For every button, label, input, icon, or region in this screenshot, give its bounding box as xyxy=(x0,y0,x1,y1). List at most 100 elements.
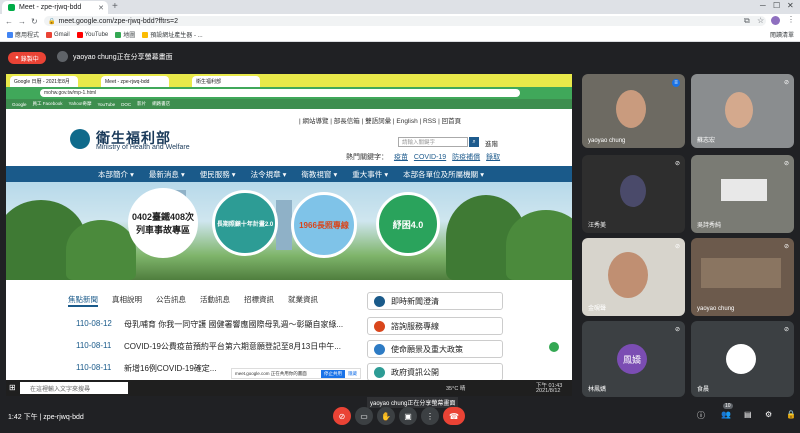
present-icon: ▣ xyxy=(404,411,412,421)
news-row: 110-08-12 母乳哺育 你我一同守護 國健署響應國際母乳週～彰顯自家綠... xyxy=(76,319,344,329)
tree xyxy=(506,210,572,280)
more-vert-icon: ⋮ xyxy=(426,411,434,421)
mic-off-icon: ⊘ xyxy=(674,161,680,167)
maximize-icon[interactable]: ☐ xyxy=(773,1,780,10)
news-row: 110-08-11 COVID-19公費疫苗預約平台第六期意願登記至8月13日中午… xyxy=(76,341,341,351)
profile-avatar[interactable] xyxy=(771,16,780,25)
taskbar-date: 2021/8/12 xyxy=(536,388,561,394)
mic-off-icon: ⊘ xyxy=(674,244,680,250)
banner-relief: 紓困4.0 xyxy=(376,192,440,256)
scroll-top-icon xyxy=(549,342,559,352)
speaking-icon: ≡ xyxy=(672,79,680,87)
mic-off-button[interactable]: ⊘ xyxy=(333,407,351,425)
chat-icon[interactable]: ▤ xyxy=(744,410,752,419)
participant-face xyxy=(725,92,753,128)
participant-count: 10 xyxy=(723,403,733,409)
banner-train-accident: 0402臺鐵408次列車事故專區 xyxy=(128,188,198,258)
participant-face xyxy=(608,252,648,298)
reload-icon[interactable]: ↻ xyxy=(31,17,38,26)
info-icon[interactable]: ⓘ xyxy=(697,410,705,421)
shared-tab: 衛生福利部 xyxy=(192,76,260,87)
bookmark-generator[interactable]: 預設網址產生器 - ... xyxy=(142,30,203,39)
meeting-clock: 1:42 下午 | zpe-rjwq-bdd xyxy=(8,414,84,421)
back-icon[interactable]: ← xyxy=(5,17,13,26)
mic-off-icon: ⊘ xyxy=(338,411,346,421)
participant-avatar: 鳳嬌 xyxy=(617,344,647,374)
news-tabs: 焦點新聞 真相說明 公告訊息 活動訊息 招標資訊 就業資訊 xyxy=(68,294,332,307)
site-top-links: | 網站導覽 | 部長信箱 | 雙語詞彙 | English | RSS | 回… xyxy=(299,118,462,125)
activities-icon[interactable]: ⚙ xyxy=(765,410,772,419)
participant-tile[interactable]: ⊘ 金硯聲 xyxy=(582,238,685,316)
bookmark-youtube[interactable]: YouTube xyxy=(76,31,108,38)
participant-face xyxy=(616,90,646,128)
mic-off-icon: ⊘ xyxy=(783,244,789,250)
taskbar-search: 在這裡輸入文字來搜尋 xyxy=(20,382,128,394)
camera-button[interactable]: ▭ xyxy=(355,407,373,425)
forward-icon[interactable]: → xyxy=(18,17,26,26)
menu-icon[interactable]: ⋮ xyxy=(787,15,795,24)
banner-long-term-care: 長期照顧十年計畫2.0 xyxy=(212,190,278,256)
participant-background xyxy=(701,258,781,288)
share-notice: meet.google.com 正在共用你的畫面 停止共用 隱藏 xyxy=(231,368,361,379)
bookmark-apps[interactable]: 應用程式 xyxy=(7,30,39,39)
present-button[interactable]: ▣ xyxy=(399,407,417,425)
side-btn-mission: 使命願景及重大政策 xyxy=(367,340,503,358)
shared-bookmarks: Google 員工 Facebook Yahoo!奇摩 YouTube DOC … xyxy=(6,99,572,109)
participant-avatar xyxy=(726,344,756,374)
new-tab-icon[interactable]: + xyxy=(112,1,118,12)
reading-list[interactable]: 閱讀清單 xyxy=(770,30,794,39)
participant-tile[interactable]: ⊘ 汪秀美 xyxy=(582,155,685,233)
hot-keywords: 熱門關鍵字： 疫苗 COVID-19 防疫補償 錄取 xyxy=(346,154,501,161)
participant-tile[interactable]: ⊘ 食晨 xyxy=(691,321,794,397)
end-call-button[interactable]: ☎ xyxy=(443,407,465,425)
presenting-tooltip: yaoyao chung正在分享螢幕畫面 xyxy=(367,397,459,408)
participant-screen xyxy=(721,179,767,201)
bookmark-maps[interactable]: 地圖 xyxy=(115,30,135,39)
tab-meet[interactable]: Meet - zpe-rjwq-bdd ✕ xyxy=(2,1,108,14)
cast-icon[interactable]: ⧉ xyxy=(744,16,750,26)
tree xyxy=(66,220,136,280)
shared-address-row: mohw.gov.tw/mp-1.html xyxy=(6,87,572,99)
shared-url-field: mohw.gov.tw/mp-1.html xyxy=(40,89,520,97)
camera-icon: ▭ xyxy=(360,411,368,421)
star-icon[interactable]: ☆ xyxy=(757,16,764,25)
hand-icon: ✋ xyxy=(381,411,391,421)
presenting-text: yaoyao chung正在分享螢幕畫面 xyxy=(73,53,173,61)
close-window-icon[interactable]: ✕ xyxy=(787,1,794,10)
raise-hand-button[interactable]: ✋ xyxy=(377,407,395,425)
more-options-button[interactable]: ⋮ xyxy=(421,407,439,425)
meet-favicon-icon xyxy=(8,4,15,11)
site-search-input: 請輸入關鍵字 xyxy=(398,137,468,147)
mic-off-icon: ⊘ xyxy=(783,327,789,333)
side-btn-clarify: 即時新聞澄清 xyxy=(367,292,503,310)
url-field[interactable]: 🔒 meet.google.com/zpe-rjwq-bdd?fftrs=2 xyxy=(44,16,766,26)
bookmark-gmail[interactable]: Gmail xyxy=(46,31,70,38)
windows-taskbar: ⊞ 在這裡輸入文字來搜尋 35°C 晴 下午 01:43 2021/8/12 xyxy=(6,380,572,396)
site-banner: 0402臺鐵408次列車事故專區 長期照顧十年計畫2.0 1966長照專線 紓困… xyxy=(6,182,572,280)
mic-off-icon: ⊘ xyxy=(783,80,789,86)
participant-tile[interactable]: ⊘ 蘇志宏 xyxy=(691,74,794,148)
participant-tile[interactable]: 鳳嬌 ⊘ 林鳳嬌 xyxy=(582,321,685,397)
browser-tab-strip xyxy=(0,0,800,14)
mic-off-icon: ⊘ xyxy=(674,327,680,333)
close-tab-icon[interactable]: ✕ xyxy=(98,4,104,12)
mic-off-icon: ⊘ xyxy=(783,161,789,167)
lock-meeting-icon[interactable]: 🔒 xyxy=(786,410,796,419)
people-button[interactable]: 👥 10 xyxy=(721,403,733,419)
shared-tab: Meet - zpe-rjwq-bdd xyxy=(101,76,169,87)
shared-tab: Google 日曆 - 2021年8月 xyxy=(10,76,78,87)
shared-screen: Google 日曆 - 2021年8月 Meet - zpe-rjwq-bdd … xyxy=(6,74,572,396)
tab-title: Meet - zpe-rjwq-bdd xyxy=(19,4,82,11)
minimize-icon[interactable]: ─ xyxy=(760,1,766,10)
participant-tile[interactable]: ≡ yaoyao chung xyxy=(582,74,685,148)
participant-tile[interactable]: ⊘ yaoyao chung xyxy=(691,238,794,316)
bookmarks-bar: 應用程式 Gmail YouTube 地圖 預設網址產生器 - ... 閱讀清單 xyxy=(0,28,800,42)
site-brand-en: Ministry of Health and Welfare xyxy=(96,144,190,151)
people-icon: 👥 xyxy=(721,410,731,419)
windows-start-icon: ⊞ xyxy=(9,383,16,392)
site-search-icon: ⌕ xyxy=(469,137,479,147)
taskbar-weather: 35°C 晴 xyxy=(446,386,466,392)
recording-badge: ● 錄製中 xyxy=(8,52,46,64)
participant-tile[interactable]: ⊘ 吳詩秀純 xyxy=(691,155,794,233)
participant-face xyxy=(620,175,646,207)
